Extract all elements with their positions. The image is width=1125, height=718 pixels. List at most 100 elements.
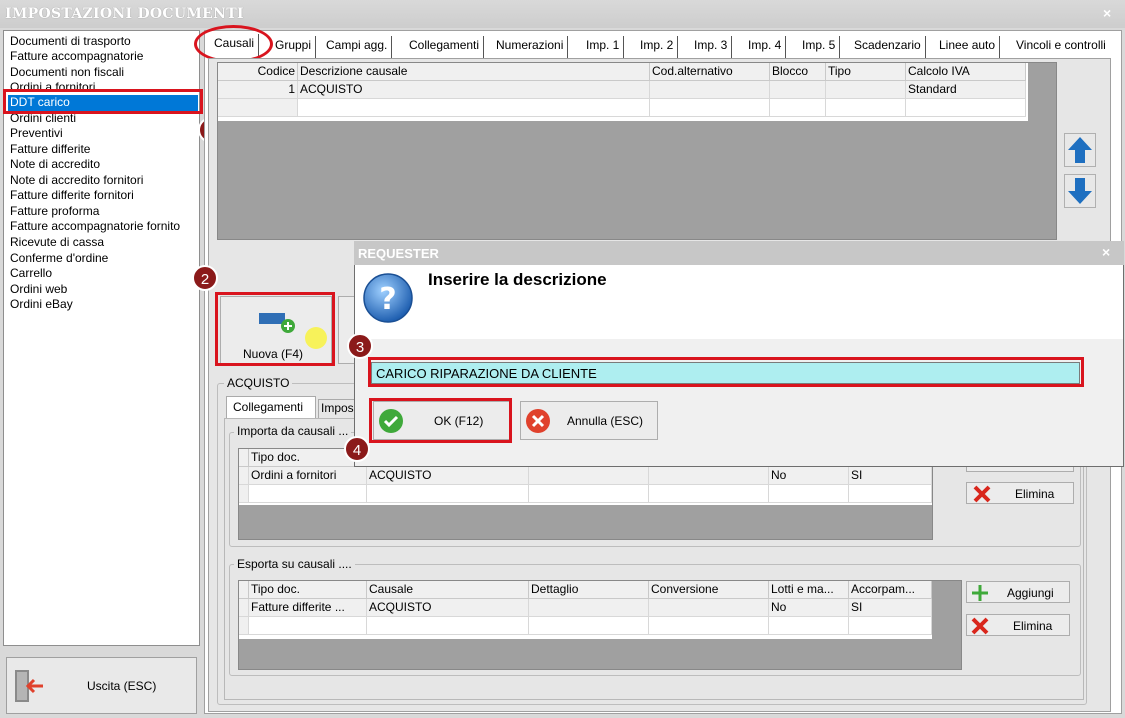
exit-button-label: Uscita (ESC) [87,679,157,693]
table-cell[interactable] [529,467,649,485]
col-header-codice[interactable]: Codice [218,63,298,81]
table-cell[interactable] [649,485,769,503]
list-item[interactable]: Conferme d'ordine [10,251,108,267]
move-down-button[interactable] [1064,174,1096,208]
table-cell[interactable] [529,617,649,635]
list-item[interactable]: Fatture differite [10,142,90,158]
row-header [239,617,249,635]
list-item[interactable]: Fatture proforma [10,204,99,220]
table-cell[interactable]: Standard [906,81,1026,99]
col-header-cod-alternativo[interactable]: Cod.alternativo [650,63,770,81]
row-header [239,485,249,503]
table-cell[interactable] [849,617,932,635]
table-cell[interactable] [529,485,649,503]
step-badge-4: 4 [344,436,370,462]
dialog-title: REQUESTER [358,246,439,261]
list-item[interactable]: Fatture accompagnatorie fornito [10,219,180,235]
table-cell[interactable] [769,617,849,635]
col-header-tipo[interactable]: Tipo [826,63,906,81]
list-item[interactable]: Preventivi [10,126,63,142]
list-item[interactable]: Ordini web [10,282,67,298]
tab-scadenzario[interactable]: Scadenzario [850,36,926,58]
table-cell[interactable] [298,99,650,117]
tab-imp-1[interactable]: Imp. 1 [582,36,625,58]
table-cell[interactable] [649,467,769,485]
table-cell[interactable] [770,81,826,99]
table-cell[interactable]: Fatture differite ... [249,599,367,617]
col-header-conversione[interactable]: Conversione [649,581,769,599]
table-cell[interactable] [649,599,769,617]
tab-linee-auto[interactable]: Linee auto [935,36,1001,58]
table-cell[interactable] [249,485,367,503]
table-cell[interactable] [826,81,906,99]
table-cell[interactable]: No [769,467,849,485]
col-header-accorpamento[interactable]: Accorpam... [849,581,932,599]
list-item[interactable]: Note di accredito [10,157,100,173]
col-header-descrizione[interactable]: Descrizione causale [298,63,650,81]
table-cell[interactable] [826,99,906,117]
list-item[interactable]: Ricevute di cassa [10,235,104,251]
table-cell[interactable] [769,485,849,503]
list-item[interactable]: Note di accredito fornitori [10,173,143,189]
tab-vincoli-e-controlli[interactable]: Vincoli e controlli [1012,36,1110,58]
list-item[interactable]: Fatture differite fornitori [10,188,134,204]
list-item[interactable]: Carrello [10,266,52,282]
col-header-dettaglio[interactable]: Dettaglio [529,581,649,599]
list-item[interactable]: Documenti non fiscali [10,65,124,81]
window-close-button[interactable]: × [1103,5,1111,21]
list-item[interactable]: Fatture accompagnatorie [10,49,143,65]
subtab-collegamenti[interactable]: Collegamenti [226,396,316,418]
list-item[interactable]: Ordini eBay [10,297,73,313]
tab-collegamenti[interactable]: Collegamenti [405,36,485,58]
table-cell[interactable] [849,485,932,503]
table-cell[interactable] [770,99,826,117]
exit-button[interactable]: Uscita (ESC) [6,657,197,714]
table-cell[interactable]: SI [849,599,932,617]
table-cell[interactable] [649,617,769,635]
causali-grid[interactable]: Codice Descrizione causale Cod.alternati… [217,62,1057,240]
table-cell[interactable] [367,617,529,635]
table-cell[interactable] [249,617,367,635]
table-cell[interactable] [218,99,298,117]
table-cell[interactable]: Ordini a fornitori [249,467,367,485]
tab-imp-2[interactable]: Imp. 2 [636,36,679,58]
export-grid[interactable]: Tipo doc. Causale Dettaglio Conversione … [238,580,962,670]
subtab-impostazioni[interactable]: Impos [318,399,358,418]
list-item[interactable]: Documenti di trasporto [10,34,131,50]
doc-type-list[interactable]: Documenti di trasporto Fatture accompagn… [3,30,200,646]
tab-imp-4[interactable]: Imp. 4 [744,36,787,58]
table-cell[interactable]: 1 [218,81,298,99]
export-delete-button[interactable]: Elimina [966,614,1070,636]
tab-imp-3[interactable]: Imp. 3 [690,36,733,58]
col-header-causale[interactable]: Causale [367,581,529,599]
import-delete-button[interactable]: Elimina [966,482,1074,504]
col-header-calcolo-iva[interactable]: Calcolo IVA [906,63,1026,81]
row-header [239,581,249,599]
col-header-blocco[interactable]: Blocco [770,63,826,81]
move-up-button[interactable] [1064,133,1096,167]
tab-campi-agg[interactable]: Campi agg. [322,36,393,58]
table-cell[interactable]: ACQUISTO [298,81,650,99]
cancel-button[interactable]: Annulla (ESC) [520,401,658,440]
table-cell[interactable] [529,599,649,617]
table-cell[interactable] [906,99,1026,117]
export-add-button[interactable]: Aggiungi [966,581,1070,603]
section-title: ACQUISTO [224,376,293,390]
highlight-new-button [215,292,335,366]
col-header-tipo-doc[interactable]: Tipo doc. [249,581,367,599]
col-header-lotti[interactable]: Lotti e ma... [769,581,849,599]
dialog-titlebar [354,241,1124,265]
table-cell[interactable]: ACQUISTO [367,599,529,617]
tab-numerazioni[interactable]: Numerazioni [492,36,569,58]
table-cell[interactable]: No [769,599,849,617]
tab-imp-5[interactable]: Imp. 5 [798,36,841,58]
dialog-close-button[interactable]: × [1102,244,1110,260]
exit-door-icon [15,670,43,702]
table-cell[interactable]: SI [849,467,932,485]
tab-gruppi[interactable]: Gruppi [271,36,317,58]
table-cell[interactable] [650,99,770,117]
table-cell[interactable] [367,485,529,503]
table-cell[interactable] [650,81,770,99]
highlight-ddt-carico [3,89,203,114]
table-cell[interactable]: ACQUISTO [367,467,529,485]
